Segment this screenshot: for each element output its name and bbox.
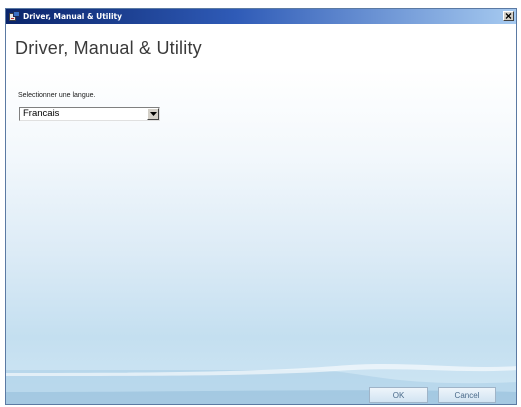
installer-window: Driver, Manual & Utility Driver, Manual … <box>5 8 517 405</box>
content-area: Selectionner une langue. Francais OK Can… <box>6 70 516 404</box>
app-icon <box>9 11 20 22</box>
close-button[interactable] <box>503 11 514 21</box>
page-title: Driver, Manual & Utility <box>15 38 202 58</box>
language-dropdown-button[interactable] <box>147 108 159 120</box>
close-icon <box>505 13 512 19</box>
language-selected-value: Francais <box>23 108 60 119</box>
chevron-down-icon <box>149 112 157 116</box>
header: Driver, Manual & Utility <box>6 24 516 70</box>
ok-button[interactable]: OK <box>369 387 428 403</box>
language-select[interactable]: Francais <box>19 107 160 121</box>
language-label: Selectionner une langue. <box>18 92 96 99</box>
cancel-button[interactable]: Cancel <box>438 387 496 403</box>
window-title: Driver, Manual & Utility <box>23 12 122 21</box>
title-bar[interactable]: Driver, Manual & Utility <box>6 9 516 24</box>
